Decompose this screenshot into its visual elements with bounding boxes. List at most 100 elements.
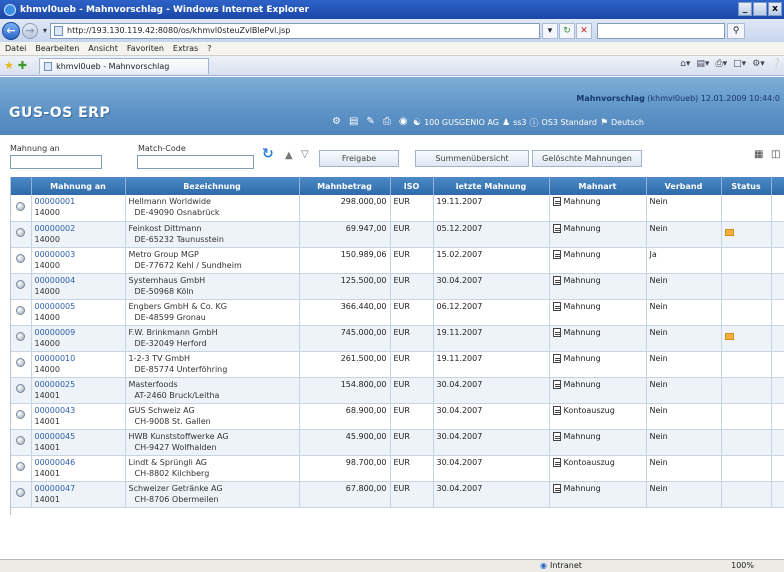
- print-icon[interactable]: ⎙: [383, 116, 391, 127]
- edit-icon[interactable]: ✎: [366, 116, 374, 127]
- customer-number-link[interactable]: 00000003: [35, 249, 122, 260]
- layout-icon[interactable]: ◫: [771, 149, 780, 160]
- table-row[interactable]: 00000002 14000 Feinkost Dittmann DE-65232 T…: [11, 221, 784, 248]
- row-select-cell[interactable]: [11, 377, 32, 404]
- row-select-icon[interactable]: [16, 384, 26, 393]
- mahnart-document-icon[interactable]: [552, 353, 561, 363]
- column-header-status[interactable]: Status: [721, 177, 772, 195]
- language-name[interactable]: Deutsch: [611, 118, 644, 127]
- search-input[interactable]: [597, 22, 726, 39]
- user-name[interactable]: ss3: [513, 118, 526, 127]
- mahnart-document-icon[interactable]: [552, 223, 561, 233]
- mahnart-document-icon[interactable]: [552, 405, 561, 415]
- customer-number-link[interactable]: 00000045: [35, 431, 122, 442]
- print-icon[interactable]: ⎙▾: [715, 59, 727, 69]
- mahnart-document-icon[interactable]: [552, 275, 561, 285]
- table-row[interactable]: 00000043 14001 GUS Schweiz AG CH-9008 St. G…: [11, 403, 784, 430]
- mahnart-document-icon[interactable]: [552, 379, 561, 389]
- minimize-button[interactable]: _: [738, 2, 752, 16]
- row-select-icon[interactable]: [16, 410, 26, 419]
- table-row[interactable]: 00000004 14000 Systemhaus GmbH DE-50968 Köl…: [11, 273, 784, 300]
- zoom-level[interactable]: 100%: [731, 561, 754, 570]
- customer-number-link[interactable]: 00000004: [35, 275, 122, 286]
- row-select-icon[interactable]: [16, 280, 26, 289]
- export-icon[interactable]: ▲: [285, 150, 293, 161]
- document-icon[interactable]: ▤: [349, 116, 358, 127]
- mahnart-document-icon[interactable]: [552, 197, 561, 206]
- table-row[interactable]: 00000046 14001 Lindt & Sprüngli AG CH-8802 …: [11, 455, 784, 482]
- table-row[interactable]: 00000003 14000 Metro Group MGP DE-77672 Keh…: [11, 247, 784, 274]
- menu-item-ansicht[interactable]: Ansicht: [88, 44, 118, 53]
- home-icon[interactable]: ⌂▾: [680, 59, 690, 69]
- back-button[interactable]: ←: [2, 21, 20, 40]
- row-select-cell[interactable]: [11, 195, 32, 222]
- refresh-icon[interactable]: ↻: [559, 22, 576, 39]
- add-favorite-icon[interactable]: ✚: [18, 59, 27, 72]
- column-header-mahnung-an[interactable]: Mahnung an: [31, 177, 126, 195]
- row-select-icon[interactable]: [16, 462, 26, 471]
- mahnart-document-icon[interactable]: [552, 327, 561, 337]
- row-select-cell[interactable]: [11, 351, 32, 378]
- browser-tab[interactable]: khmvl0ueb - Mahnvorschlag: [39, 57, 210, 74]
- customer-number-link[interactable]: 00000005: [35, 301, 122, 312]
- info-icon[interactable]: ◉: [399, 116, 408, 127]
- table-row[interactable]: 00000045 14001 HWB Kunststoffwerke AG CH-94…: [11, 429, 784, 456]
- customer-number-link[interactable]: 00000025: [35, 379, 122, 390]
- filter-icon[interactable]: ▽: [301, 149, 309, 160]
- mahnung-an-input[interactable]: [10, 155, 102, 169]
- row-select-cell[interactable]: [11, 455, 32, 482]
- column-header-mahnart[interactable]: Mahnart: [549, 177, 647, 195]
- row-select-icon[interactable]: [16, 254, 26, 263]
- geloeschte-mahnungen-button[interactable]: Gelöschte Mahnungen: [532, 150, 642, 167]
- row-select-icon[interactable]: [16, 436, 26, 445]
- column-header-bezeichnung[interactable]: Bezeichnung: [125, 177, 300, 195]
- forward-button[interactable]: →: [22, 22, 38, 39]
- search-icon[interactable]: ⚲: [727, 22, 746, 39]
- help-menu-icon[interactable]: ❔: [771, 59, 782, 69]
- row-select-icon[interactable]: [16, 358, 26, 367]
- table-row[interactable]: 00000047 14001 Schweizer Getränke AG CH-870…: [11, 481, 784, 508]
- feeds-icon[interactable]: ▤▾: [696, 59, 709, 69]
- customer-number-link[interactable]: 00000047: [35, 483, 122, 494]
- row-select-icon[interactable]: [16, 306, 26, 315]
- url-dropdown-icon[interactable]: ▾: [542, 22, 559, 39]
- row-select-cell[interactable]: [11, 299, 32, 326]
- summen-button[interactable]: Summenübersicht: [415, 150, 529, 167]
- customer-number-link[interactable]: 00000002: [35, 223, 122, 234]
- customer-number-link[interactable]: 00000046: [35, 457, 122, 468]
- menu-item-bearbeiten[interactable]: Bearbeiten: [35, 44, 79, 53]
- mahnart-document-icon[interactable]: [552, 301, 561, 311]
- mahnart-document-icon[interactable]: [552, 249, 561, 259]
- page-menu-icon[interactable]: □▾: [733, 59, 746, 69]
- row-select-cell[interactable]: [11, 325, 32, 352]
- table-row[interactable]: 00000005 14000 Engbers GmbH & Co. KG DE-485…: [11, 299, 784, 326]
- favorites-star-icon[interactable]: ★: [4, 59, 14, 72]
- mahnart-document-icon[interactable]: [552, 483, 561, 493]
- row-select-cell[interactable]: [11, 481, 32, 508]
- row-select-cell[interactable]: [11, 429, 32, 456]
- refresh-icon[interactable]: ↻: [262, 146, 274, 162]
- settings-icon[interactable]: ⚙: [332, 116, 341, 127]
- column-header-iso[interactable]: ISO: [390, 177, 434, 195]
- row-select-cell[interactable]: [11, 273, 32, 300]
- customer-number-link[interactable]: 00000001: [35, 196, 122, 207]
- row-select-cell[interactable]: [11, 221, 32, 248]
- menu-item-favoriten[interactable]: Favoriten: [127, 44, 164, 53]
- match-code-input[interactable]: [137, 155, 254, 169]
- tools-menu-icon[interactable]: ⚙▾: [752, 59, 765, 69]
- mahnart-document-icon[interactable]: [552, 457, 561, 467]
- menu-item-extras[interactable]: Extras: [173, 44, 198, 53]
- url-field[interactable]: http://193.130.119.42:8080/os/khmvl0steu…: [50, 22, 541, 39]
- row-select-icon[interactable]: [16, 201, 26, 211]
- company-name[interactable]: 100 GUSGENIO AG: [424, 118, 499, 127]
- customer-number-link[interactable]: 00000009: [35, 327, 122, 338]
- menu-item-datei[interactable]: Datei: [5, 44, 26, 53]
- table-row[interactable]: 00000010 14000 1-2-3 TV GmbH DE-85774 Unter…: [11, 351, 784, 378]
- customer-number-link[interactable]: 00000010: [35, 353, 122, 364]
- row-select-icon[interactable]: [16, 332, 26, 341]
- table-row[interactable]: 00000009 14000 F.W. Brinkmann GmbH DE-32049…: [11, 325, 784, 352]
- row-select-cell[interactable]: [11, 247, 32, 274]
- row-select-icon[interactable]: [16, 488, 26, 497]
- history-dropdown-icon[interactable]: ▾: [43, 26, 47, 35]
- mahnart-document-icon[interactable]: [552, 431, 561, 441]
